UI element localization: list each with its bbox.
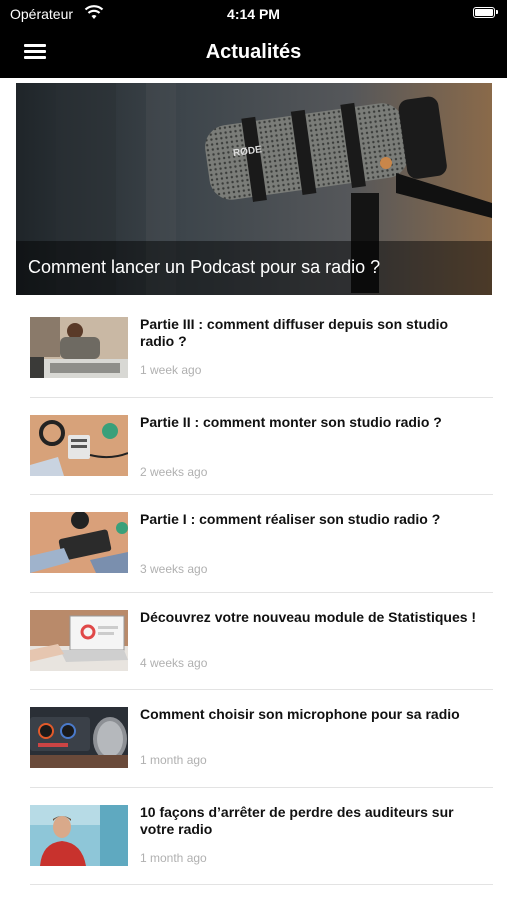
featured-caption: Comment lancer un Podcast pour sa radio … (16, 241, 492, 295)
list-item[interactable]: Partie III : comment diffuser depuis son… (0, 300, 507, 398)
headphones-mixer-photo (30, 414, 128, 476)
article-date: 4 weeks ago (140, 655, 208, 670)
list-item[interactable]: 10 façons d’arrêter de perdre des audite… (0, 788, 507, 885)
article-title: Partie I : comment réaliser son studio r… (140, 511, 441, 527)
article-date: 2 weeks ago (140, 464, 208, 479)
laptop-statistics-photo (30, 609, 128, 671)
news-list: Partie III : comment diffuser depuis son… (0, 300, 507, 885)
article-date: 1 month ago (140, 753, 207, 767)
article-date: 3 weeks ago (140, 562, 208, 576)
article-title: Partie III : comment diffuser depuis son… (140, 316, 449, 349)
divider (30, 884, 493, 885)
featured-title: Comment lancer un Podcast pour sa radio … (28, 257, 381, 277)
page-title: Actualités (205, 41, 302, 63)
article-title: 10 façons d’arrêter de perdre des audite… (140, 803, 454, 837)
list-item[interactable]: Comment choisir son microphone pour sa r… (0, 690, 507, 788)
featured-article[interactable]: RØDE Comment lancer un Podcast pour sa r… (16, 83, 492, 295)
hands-mixer-photo (30, 512, 128, 573)
list-item[interactable]: Découvrez votre nouveau module de Statis… (0, 593, 507, 690)
battery-icon (473, 7, 498, 18)
article-date: 1 week ago (140, 363, 202, 377)
status-bar: Opérateur 4:14 PM (0, 0, 507, 28)
list-item[interactable]: Partie II : comment monter son studio ra… (0, 398, 507, 495)
man-portrait-photo (30, 804, 128, 866)
list-item[interactable]: Partie I : comment réaliser son studio r… (0, 495, 507, 593)
article-title: Découvrez votre nouveau module de Statis… (140, 608, 477, 625)
article-title: Comment choisir son microphone pour sa r… (140, 706, 460, 722)
article-title: Partie II : comment monter son studio ra… (140, 413, 442, 430)
clock: 4:14 PM (227, 6, 280, 22)
studio-mixer-photo (30, 317, 128, 378)
article-date: 1 month ago (140, 850, 207, 865)
navigation-bar: Actualités (0, 28, 507, 78)
microphone-interface-photo (30, 707, 128, 768)
